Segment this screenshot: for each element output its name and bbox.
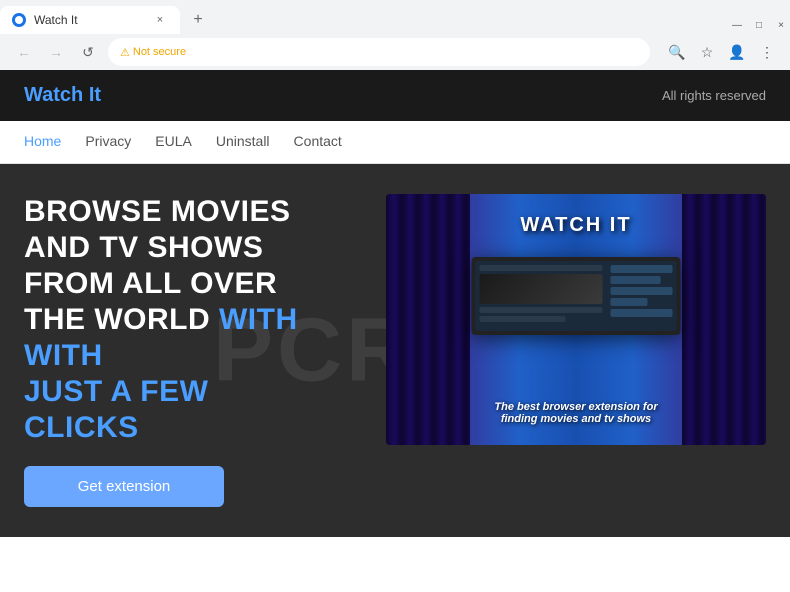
laptop-mockup [472, 257, 681, 335]
tab-close-button[interactable]: × [152, 12, 168, 28]
hero-image: WATCH IT [386, 194, 766, 445]
nav-contact[interactable]: Contact [294, 133, 342, 149]
screen-row-2 [480, 307, 603, 313]
sidebar-item-3 [610, 287, 672, 295]
search-icon[interactable]: 🔍 [666, 41, 688, 63]
hero-image-container: WATCH IT [386, 194, 766, 445]
browser-frame: Watch It × + — □ × ← → ↺ ⚠ Not secure 🔍 … [0, 0, 790, 70]
address-input[interactable]: ⚠ Not secure [108, 38, 650, 66]
minimize-button[interactable]: — [728, 16, 746, 34]
curtain-right [682, 194, 766, 445]
browser-tab[interactable]: Watch It × [0, 6, 180, 34]
security-warning: ⚠ Not secure [120, 46, 186, 59]
site-navigation: Home Privacy EULA Uninstall Contact [0, 121, 790, 164]
hero-text: BROWSE MOVIES AND TV SHOWS FROM ALL OVER… [24, 194, 356, 507]
sidebar-item-4 [610, 298, 647, 306]
hero-title-line3: FROM ALL OVER [24, 267, 277, 300]
nav-uninstall[interactable]: Uninstall [216, 133, 270, 149]
hero-title-line2: AND TV SHOWS [24, 231, 263, 264]
laptop-screen [476, 261, 677, 331]
sidebar-item-1 [610, 265, 672, 273]
address-bar: ← → ↺ ⚠ Not secure 🔍 ☆ 👤 ⋮ [0, 34, 790, 70]
curtain-left [386, 194, 470, 445]
image-subtitle: The best browser extension forfinding mo… [494, 401, 657, 425]
image-title: WATCH IT [520, 214, 631, 237]
nav-home[interactable]: Home [24, 133, 61, 149]
back-button[interactable]: ← [12, 40, 36, 64]
tab-title: Watch It [34, 13, 78, 27]
webpage-content: Watch It All rights reserved Home Privac… [0, 70, 790, 537]
site-header: Watch It All rights reserved [0, 70, 790, 121]
bookmark-icon[interactable]: ☆ [696, 41, 718, 63]
curtain-background: WATCH IT [386, 194, 766, 445]
nav-privacy[interactable]: Privacy [85, 133, 131, 149]
profile-icon[interactable]: 👤 [726, 41, 748, 63]
tab-bar: Watch It × + — □ × [0, 0, 790, 34]
close-window-button[interactable]: × [772, 16, 790, 34]
laptop-screen-left [476, 261, 607, 331]
screen-row-3 [480, 316, 566, 322]
hero-title-line6: CLICKS [24, 411, 139, 444]
tab-favicon [12, 13, 26, 27]
warning-icon: ⚠ [120, 46, 130, 59]
site-logo[interactable]: Watch It [24, 84, 101, 107]
reload-button[interactable]: ↺ [76, 40, 100, 64]
hero-highlight-word: WITH [24, 339, 103, 372]
screen-row-1 [480, 265, 603, 271]
security-text: Not secure [133, 46, 186, 58]
nav-links-list: Home Privacy EULA Uninstall Contact [24, 133, 766, 151]
sidebar-item-5 [610, 309, 672, 317]
hero-title-line5: JUST A FEW [24, 375, 208, 408]
laptop-screen-right [606, 261, 676, 331]
hero-title: BROWSE MOVIES AND TV SHOWS FROM ALL OVER… [24, 194, 356, 446]
forward-button[interactable]: → [44, 40, 68, 64]
hero-title-line1: BROWSE MOVIES [24, 195, 291, 228]
site-copyright: All rights reserved [662, 88, 766, 103]
get-extension-button[interactable]: Get extension [24, 466, 224, 507]
hero-section: PCRISK BROWSE MOVIES AND TV SHOWS FROM A… [0, 164, 790, 537]
screen-image [480, 274, 603, 304]
nav-eula[interactable]: EULA [155, 133, 192, 149]
window-controls: — □ × [728, 16, 790, 34]
hero-title-line4: THE WORLD [24, 303, 210, 336]
menu-icon[interactable]: ⋮ [756, 41, 778, 63]
hero-img-inner: WATCH IT [386, 194, 766, 445]
sidebar-item-2 [610, 276, 660, 284]
toolbar-icons: 🔍 ☆ 👤 ⋮ [666, 41, 778, 63]
new-tab-button[interactable]: + [184, 6, 212, 34]
hero-title-highlight: WITH [219, 303, 298, 336]
maximize-button[interactable]: □ [750, 16, 768, 34]
